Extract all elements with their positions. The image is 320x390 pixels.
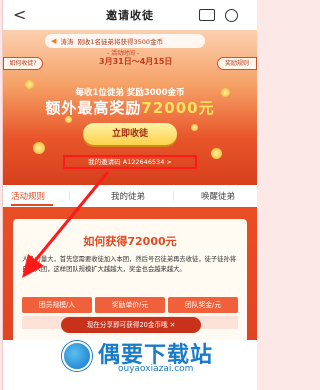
tab-divider xyxy=(69,191,70,201)
tab-my-disciples[interactable]: 我的徒弟 xyxy=(111,190,145,202)
watermark-logo xyxy=(62,341,92,371)
column-team-size: 团员规模/人 xyxy=(22,297,92,313)
more-icon[interactable] xyxy=(225,9,238,22)
reward-rules-button[interactable]: 奖励规则 xyxy=(217,57,257,70)
speaker-icon: ◀ xyxy=(51,37,57,45)
how-to-invite-button[interactable]: 如何收徒? xyxy=(3,57,43,70)
rules-content: 如何获得72000元 人多力量大，首先您需要收徒加入本团，然后号召徒弟再去收徒，… xyxy=(3,207,257,357)
page-title: 邀请收徒 xyxy=(106,9,154,22)
ticker-user: 涛涛 xyxy=(60,38,74,46)
tab-wake-disciples[interactable]: 唤醒徒弟 xyxy=(201,190,235,202)
column-unit-reward: 奖励单价/元 xyxy=(95,297,165,313)
reward-headline: 额外最高奖励72000元 xyxy=(3,97,257,118)
phone-frame: < 邀请收徒 ◀ 涛涛 刚收1名徒弟将获得3500金币 - 活动时间 - 3月3… xyxy=(2,0,257,390)
tab-bar: 活动规则 我的徒弟 唤醒徒弟 xyxy=(3,185,257,207)
headline-prefix: 额外最高奖励 xyxy=(45,99,142,117)
app-screen: < 邀请收徒 ◀ 涛涛 刚收1名徒弟将获得3500金币 - 活动时间 - 3月3… xyxy=(0,0,258,390)
watermark-url: ouyaoxiazai.com xyxy=(118,364,194,374)
invite-code-link[interactable]: 我的邀请码 A122646534 > xyxy=(63,155,197,169)
coin-decoration xyxy=(191,124,198,131)
share-icon[interactable] xyxy=(199,9,215,21)
ticker-text: 刚收1名徒弟将获得3500金币 xyxy=(77,38,164,46)
coin-decoration xyxy=(211,148,222,159)
tab-rules[interactable]: 活动规则 xyxy=(11,190,45,202)
reward-table-header: 团员规模/人 奖励单价/元 团队奖金/元 xyxy=(22,297,238,313)
share-toast[interactable]: 现在分享即可获得20金币哦 ✕ xyxy=(61,317,201,333)
column-team-bonus: 团队奖金/元 xyxy=(168,297,238,313)
headline-amount: 72000元 xyxy=(141,99,215,117)
card-body: 人多力量大，首先您需要收徒加入本团，然后号召徒弟再去收徒，徒子徒孙将自动入团，这… xyxy=(22,256,237,273)
active-tab-indicator xyxy=(11,204,53,206)
news-ticker: ◀ 涛涛 刚收1名徒弟将获得3500金币 xyxy=(45,34,205,48)
invite-now-button[interactable]: 立即收徒 xyxy=(83,123,177,145)
card-title: 如何获得72000元 xyxy=(83,235,177,248)
back-icon[interactable]: < xyxy=(13,6,27,24)
coin-decoration xyxy=(33,142,45,154)
time-value: 3月31日～4月15日 xyxy=(99,57,173,66)
tab-divider xyxy=(173,191,174,201)
top-bar: < 邀请收徒 xyxy=(3,0,257,30)
hero-banner: ◀ 涛涛 刚收1名徒弟将获得3500金币 - 活动时间 - 3月31日～4月15… xyxy=(3,30,257,185)
